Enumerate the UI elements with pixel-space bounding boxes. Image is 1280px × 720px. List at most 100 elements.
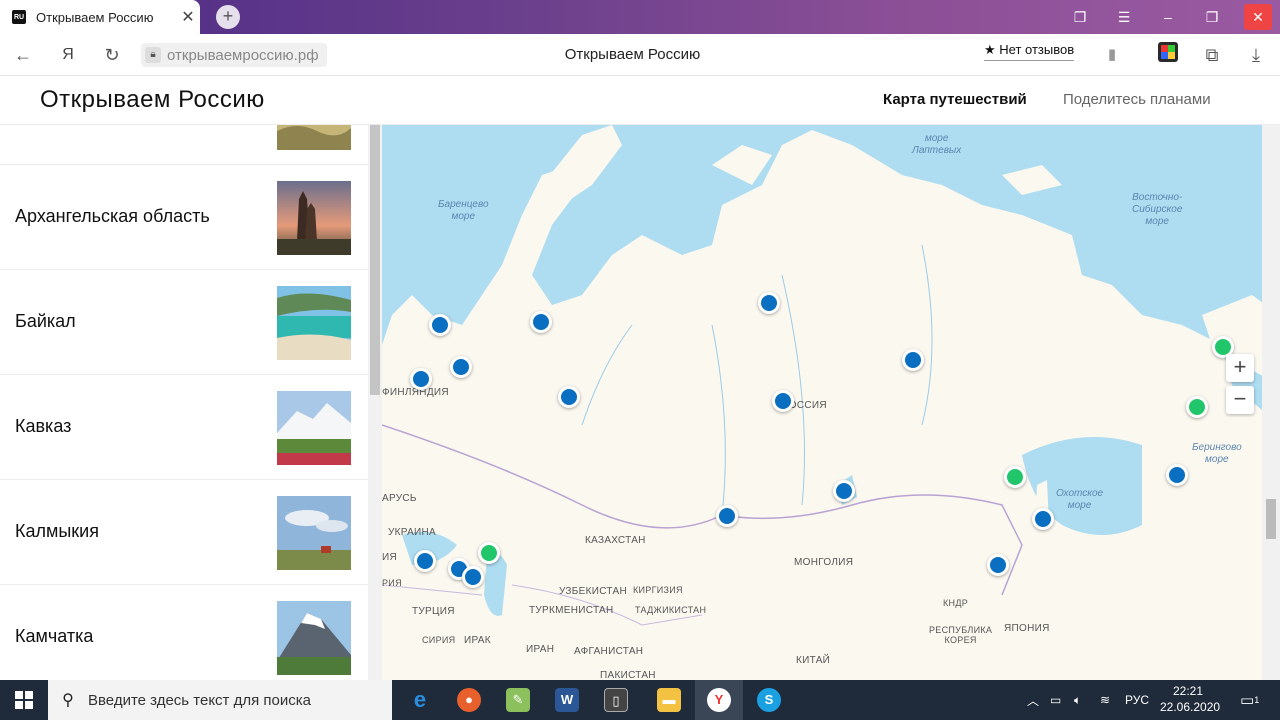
country-label: РЕСПУБЛИКА КОРЕЯ xyxy=(929,625,993,645)
notification-icon[interactable]: ▭ 1 xyxy=(1240,680,1259,720)
travel-map[interactable]: море Лаптевых Баренцево море Восточно- С… xyxy=(382,125,1280,680)
region-name: Кавказ xyxy=(15,416,72,436)
bookmarks-panel-icon[interactable]: ❐ xyxy=(1060,0,1100,34)
country-label: КИРГИЗИЯ xyxy=(633,585,683,595)
folder-icon: ▬ xyxy=(657,688,681,712)
page-scrollbar[interactable] xyxy=(1262,125,1280,680)
taskbar-search-input[interactable]: ⚲ Введите здесь текст для поиска xyxy=(48,680,392,720)
reviews-label: Нет отзывов xyxy=(999,42,1075,57)
minimize-icon[interactable]: – xyxy=(1148,0,1188,34)
map-marker[interactable] xyxy=(1004,466,1026,488)
battery-icon[interactable]: ▭ xyxy=(1050,680,1061,720)
map-marker[interactable] xyxy=(414,550,436,572)
page-title: Открываем Россию xyxy=(564,46,701,63)
menu-icon[interactable]: ☰ xyxy=(1104,0,1144,34)
region-thumbnail xyxy=(277,496,351,570)
map-marker[interactable] xyxy=(716,505,738,527)
map-marker[interactable] xyxy=(429,314,451,336)
map-marker[interactable] xyxy=(478,542,500,564)
new-tab-button[interactable]: + xyxy=(216,5,240,29)
list-item[interactable]: Архангельская область xyxy=(0,165,368,270)
map-marker[interactable] xyxy=(833,480,855,502)
region-name: Калмыкия xyxy=(15,521,99,541)
country-label: ИЯ xyxy=(382,552,398,563)
country-label: ТУРКМЕНИСТАН xyxy=(529,605,614,616)
skype-icon: S xyxy=(757,688,781,712)
restore-icon[interactable]: ❐ xyxy=(1192,0,1232,34)
taskbar-app-skype[interactable]: S xyxy=(745,680,793,720)
country-label: ПАКИСТАН xyxy=(600,670,656,680)
firefox-icon: ● xyxy=(457,688,481,712)
notepad-icon: ✎ xyxy=(506,688,530,712)
map-marker[interactable] xyxy=(1166,464,1188,486)
clock-date: 22.06.2020 xyxy=(1160,700,1221,714)
close-window-icon[interactable]: ✕ xyxy=(1244,4,1272,30)
tray-chevron-icon[interactable]: ︿ xyxy=(1027,680,1039,720)
region-thumbnail xyxy=(277,391,351,465)
clock[interactable]: 22:21 22.06.2020 xyxy=(1160,683,1221,715)
taskbar-app-explorer[interactable]: ▬ xyxy=(645,680,693,720)
volume-icon[interactable]: 🔈︎ xyxy=(1074,680,1081,720)
list-item[interactable]: Камчатка xyxy=(0,585,368,680)
map-marker[interactable] xyxy=(410,368,432,390)
taskbar-app-edge[interactable]: e xyxy=(396,680,444,720)
close-tab-icon[interactable]: ✕ xyxy=(176,7,200,27)
zoom-out-button[interactable]: − xyxy=(1226,386,1254,414)
list-item[interactable]: Байкал xyxy=(0,270,368,375)
notification-count: 1 xyxy=(1254,695,1260,705)
sidebar-scrollbar-thumb[interactable] xyxy=(370,125,380,395)
bookmark-icon[interactable]: ▮ xyxy=(1099,42,1125,68)
browser-tabbar: RU Открываем Россию ✕ + ❐ ☰ – ❐ ✕ xyxy=(0,0,1280,34)
tab-favicon: RU xyxy=(12,10,26,24)
browser-tab[interactable]: RU Открываем Россию ✕ xyxy=(0,0,200,34)
taskbar-app-yandex[interactable]: Y xyxy=(695,680,743,720)
map-marker[interactable] xyxy=(758,292,780,314)
list-item[interactable]: Кавказ xyxy=(0,375,368,480)
country-label: ТАДЖИКИСТАН xyxy=(635,605,707,615)
sea-label: Охотское море xyxy=(1056,488,1104,511)
map-marker[interactable] xyxy=(558,386,580,408)
collections-icon[interactable]: ⧉ xyxy=(1199,42,1225,68)
clock-time: 22:21 xyxy=(1172,684,1204,698)
region-name: Камчатка xyxy=(15,626,94,646)
wifi-icon[interactable]: ≋ xyxy=(1100,680,1110,720)
tab-title: Открываем Россию xyxy=(36,9,154,25)
sea-label: Берингово море xyxy=(1192,442,1242,465)
taskbar-app-archive[interactable]: ▯ xyxy=(592,680,640,720)
list-item[interactable] xyxy=(0,125,368,165)
sea-label: море Лаптевых xyxy=(912,133,962,156)
map-marker[interactable] xyxy=(1186,396,1208,418)
map-marker[interactable] xyxy=(1032,508,1054,530)
sea-label: Восточно- Сибирское море xyxy=(1132,192,1183,227)
taskbar-app-notepad[interactable]: ✎ xyxy=(494,680,542,720)
map-marker[interactable] xyxy=(530,311,552,333)
start-button[interactable] xyxy=(0,680,48,720)
map-marker[interactable] xyxy=(902,349,924,371)
map-marker[interactable] xyxy=(450,356,472,378)
map-marker[interactable] xyxy=(772,390,794,412)
region-name: Байкал xyxy=(15,311,76,331)
region-thumbnail xyxy=(277,286,351,360)
page-scrollbar-thumb[interactable] xyxy=(1266,499,1276,539)
download-icon[interactable]: ⤓ xyxy=(1243,42,1269,68)
taskbar-app-word[interactable]: W xyxy=(543,680,591,720)
region-thumbnail xyxy=(277,181,351,255)
nav-share-plans[interactable]: Поделитесь планами xyxy=(1063,91,1211,108)
reviews-button[interactable]: ★ Нет отзывов xyxy=(984,42,1075,61)
region-thumbnail xyxy=(277,125,351,150)
site-header: Открываем Россию Карта путешествий Подел… xyxy=(0,76,1280,125)
taskbar-search-placeholder: Введите здесь текст для поиска xyxy=(88,691,311,709)
language-indicator[interactable]: РУС xyxy=(1125,680,1149,720)
site-logo[interactable]: Открываем Россию xyxy=(40,86,265,114)
search-icon: ⚲ xyxy=(62,692,74,709)
map-marker[interactable] xyxy=(987,554,1009,576)
map-marker[interactable] xyxy=(462,566,484,588)
country-label: УКРАИНА xyxy=(388,527,437,538)
list-item[interactable]: Калмыкия xyxy=(0,480,368,585)
zoom-in-button[interactable]: + xyxy=(1226,354,1254,382)
country-label: КАЗАХСТАН xyxy=(585,535,646,546)
nav-travel-map[interactable]: Карта путешествий xyxy=(883,91,1027,108)
region-thumbnail xyxy=(277,601,351,675)
taskbar-app-firefox[interactable]: ● xyxy=(445,680,493,720)
extension-icon[interactable] xyxy=(1155,42,1181,68)
